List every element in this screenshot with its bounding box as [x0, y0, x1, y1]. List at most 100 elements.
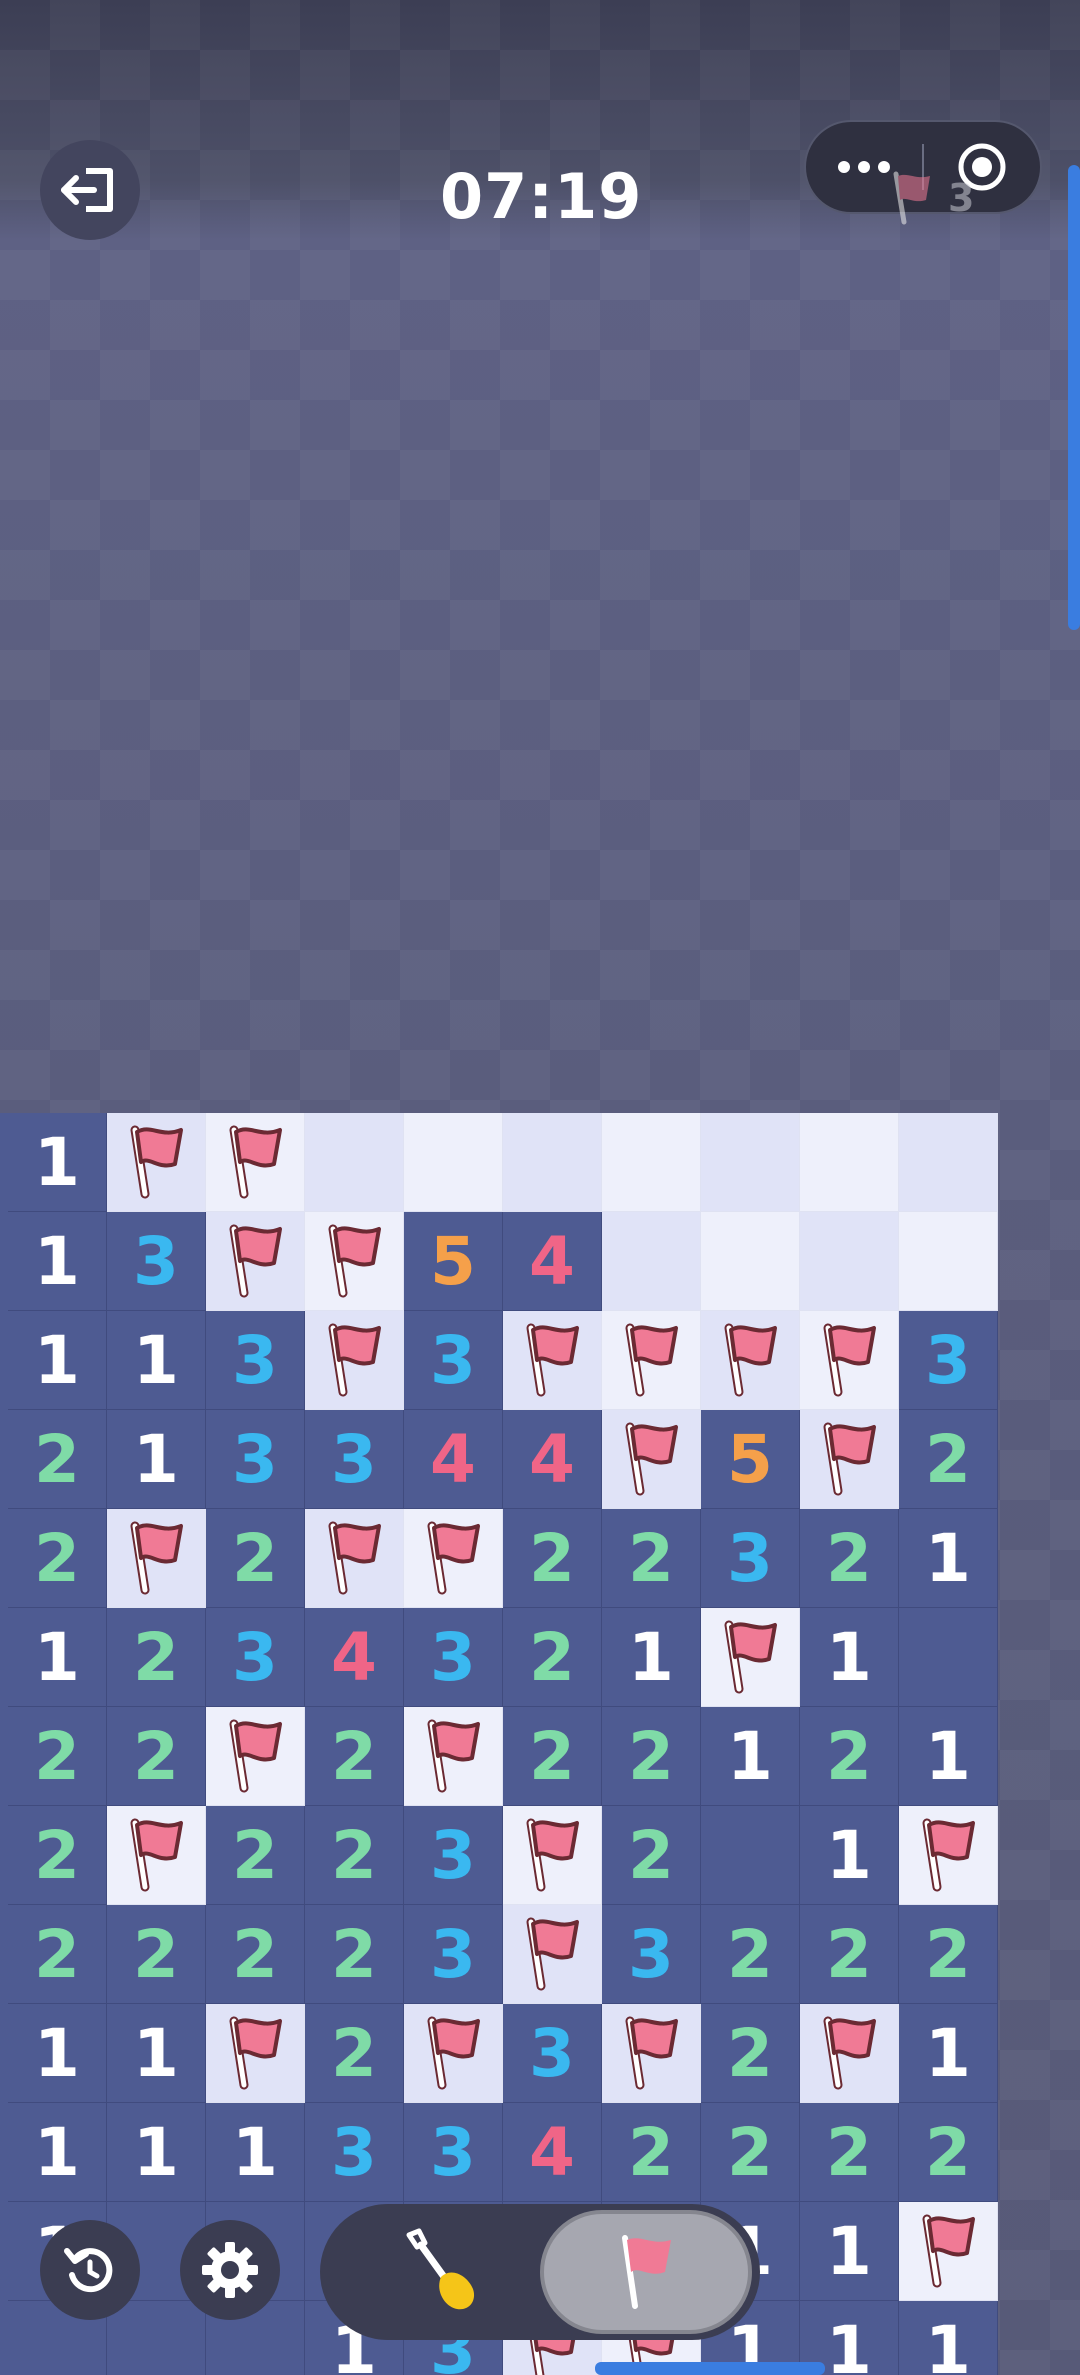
flagged-cell[interactable] [107, 1113, 206, 1212]
number-cell[interactable]: 2 [305, 1707, 404, 1806]
flagged-cell[interactable] [206, 2004, 305, 2103]
number-cell[interactable]: 2 [107, 1608, 206, 1707]
number-cell[interactable]: 3 [404, 1806, 503, 1905]
exit-button[interactable] [40, 140, 140, 240]
number-cell[interactable]: 2 [107, 1905, 206, 2004]
hidden-cell[interactable] [503, 1113, 602, 1212]
flagged-cell[interactable] [305, 1509, 404, 1608]
number-cell[interactable]: 4 [305, 1608, 404, 1707]
flagged-cell[interactable] [800, 1311, 899, 1410]
number-cell[interactable]: 3 [503, 2004, 602, 2103]
number-cell[interactable]: 2 [305, 2004, 404, 2103]
number-cell[interactable]: 3 [701, 1509, 800, 1608]
empty-cell[interactable] [899, 1608, 998, 1707]
number-cell[interactable]: 2 [602, 2103, 701, 2202]
number-cell[interactable]: 2 [800, 1509, 899, 1608]
hidden-cell[interactable] [404, 1113, 503, 1212]
settings-button[interactable] [180, 2220, 280, 2320]
number-cell[interactable]: 3 [404, 1311, 503, 1410]
number-cell[interactable]: 1 [800, 1608, 899, 1707]
number-cell[interactable]: 1 [8, 1212, 107, 1311]
number-cell[interactable]: 1 [701, 1707, 800, 1806]
flagged-cell[interactable] [404, 1509, 503, 1608]
flagged-cell[interactable] [800, 1410, 899, 1509]
number-cell[interactable]: 2 [800, 2103, 899, 2202]
flagged-cell[interactable] [305, 1212, 404, 1311]
flagged-cell[interactable] [503, 1311, 602, 1410]
flagged-cell[interactable] [899, 2202, 998, 2301]
number-cell[interactable]: 1 [8, 1311, 107, 1410]
hidden-cell[interactable] [701, 1212, 800, 1311]
number-cell[interactable]: 1 [899, 1707, 998, 1806]
number-cell[interactable]: 5 [404, 1212, 503, 1311]
hidden-cell[interactable] [305, 1113, 404, 1212]
number-cell[interactable]: 2 [899, 1410, 998, 1509]
hidden-cell[interactable] [899, 1212, 998, 1311]
flagged-cell[interactable] [206, 1212, 305, 1311]
number-cell[interactable]: 2 [899, 1905, 998, 2004]
number-cell[interactable]: 1 [800, 1806, 899, 1905]
number-cell[interactable]: 2 [899, 2103, 998, 2202]
number-cell[interactable]: 2 [305, 1905, 404, 2004]
hidden-cell[interactable] [602, 1212, 701, 1311]
flagged-cell[interactable] [404, 1707, 503, 1806]
number-cell[interactable]: 2 [503, 1608, 602, 1707]
number-cell[interactable]: 1 [107, 2103, 206, 2202]
flagged-cell[interactable] [107, 1509, 206, 1608]
flagged-cell[interactable] [602, 1410, 701, 1509]
number-cell[interactable]: 3 [404, 1905, 503, 2004]
number-cell[interactable]: 4 [404, 1410, 503, 1509]
number-cell[interactable]: 3 [404, 1608, 503, 1707]
flagged-cell[interactable] [602, 1311, 701, 1410]
number-cell[interactable]: 1 [602, 1608, 701, 1707]
number-cell[interactable]: 3 [899, 1311, 998, 1410]
flag-mode-button[interactable] [540, 2210, 752, 2334]
undo-button[interactable] [40, 2220, 140, 2320]
flagged-cell[interactable] [602, 2004, 701, 2103]
number-cell[interactable]: 2 [8, 1905, 107, 2004]
hidden-cell[interactable] [800, 1212, 899, 1311]
flagged-cell[interactable] [701, 1311, 800, 1410]
hidden-cell[interactable] [800, 1113, 899, 1212]
number-cell[interactable]: 3 [206, 1608, 305, 1707]
flagged-cell[interactable] [206, 1113, 305, 1212]
number-cell[interactable]: 2 [503, 1509, 602, 1608]
number-cell[interactable]: 2 [800, 1707, 899, 1806]
number-cell[interactable]: 2 [602, 1707, 701, 1806]
number-cell[interactable]: 3 [107, 1212, 206, 1311]
number-cell[interactable]: 2 [206, 1905, 305, 2004]
empty-cell[interactable] [701, 1806, 800, 1905]
number-cell[interactable]: 4 [503, 2103, 602, 2202]
number-cell[interactable]: 2 [503, 1707, 602, 1806]
number-cell[interactable]: 3 [206, 1410, 305, 1509]
flagged-cell[interactable] [206, 1707, 305, 1806]
number-cell[interactable]: 2 [206, 1806, 305, 1905]
number-cell[interactable]: 1 [8, 1113, 107, 1212]
number-cell[interactable]: 1 [107, 2004, 206, 2103]
flagged-cell[interactable] [800, 2004, 899, 2103]
number-cell[interactable]: 3 [602, 1905, 701, 2004]
number-cell[interactable]: 1 [107, 1410, 206, 1509]
number-cell[interactable]: 1 [107, 1311, 206, 1410]
number-cell[interactable]: 1 [8, 2103, 107, 2202]
number-cell[interactable]: 2 [602, 1806, 701, 1905]
number-cell[interactable]: 1 [899, 2004, 998, 2103]
number-cell[interactable]: 2 [206, 1509, 305, 1608]
number-cell[interactable]: 2 [8, 1509, 107, 1608]
number-cell[interactable]: 1 [800, 2202, 899, 2301]
number-cell[interactable]: 3 [206, 1311, 305, 1410]
number-cell[interactable]: 1 [8, 1608, 107, 1707]
flagged-cell[interactable] [899, 1806, 998, 1905]
number-cell[interactable]: 2 [701, 2004, 800, 2103]
number-cell[interactable]: 2 [800, 1905, 899, 2004]
number-cell[interactable]: 5 [701, 1410, 800, 1509]
dig-mode-button[interactable] [350, 2210, 530, 2334]
number-cell[interactable]: 2 [701, 1905, 800, 2004]
number-cell[interactable]: 2 [8, 1806, 107, 1905]
scrollbar[interactable] [1068, 165, 1080, 630]
number-cell[interactable]: 3 [305, 2103, 404, 2202]
number-cell[interactable]: 2 [701, 2103, 800, 2202]
hidden-cell[interactable] [899, 1113, 998, 1212]
flagged-cell[interactable] [107, 1806, 206, 1905]
number-cell[interactable]: 2 [305, 1806, 404, 1905]
